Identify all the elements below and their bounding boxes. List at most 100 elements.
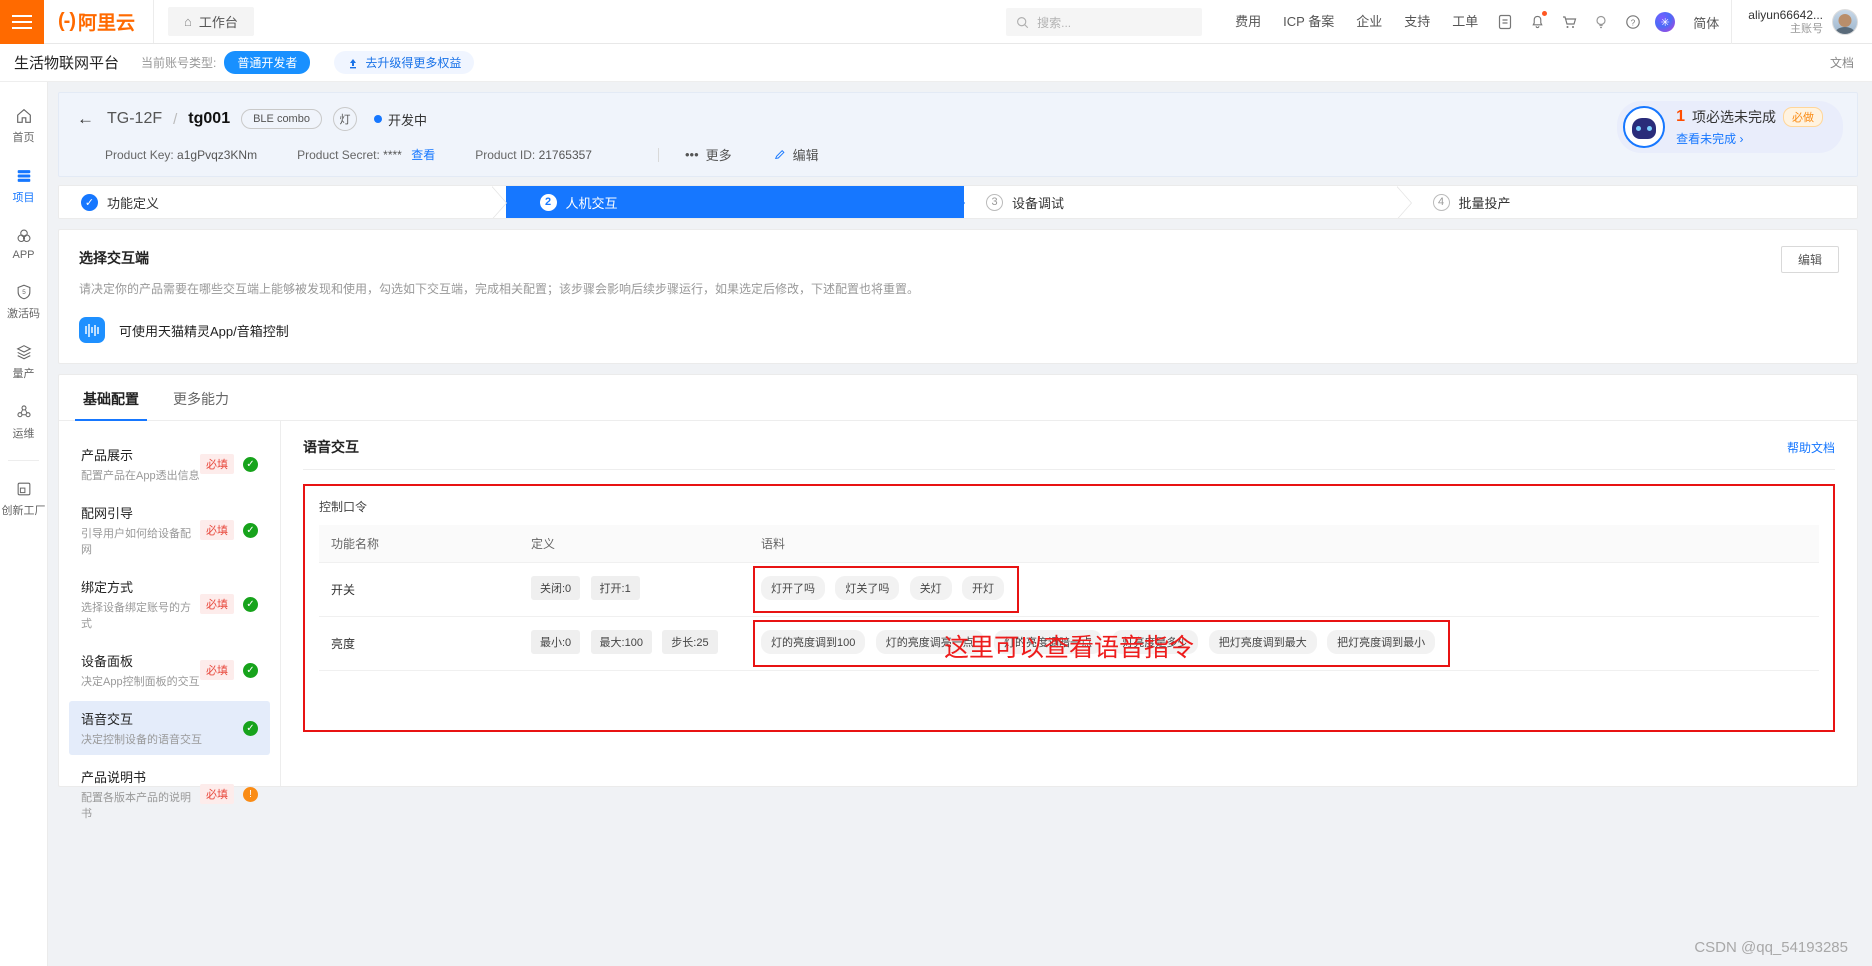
config-item-sub: 引导用户如何给设备配网 (81, 528, 191, 557)
product-secret-label: Product Secret: (297, 148, 380, 162)
config-item-product-display[interactable]: 产品展示 配置产品在App透出信息 必填 ✓ (69, 437, 270, 491)
pencil-icon (774, 149, 785, 159)
sidebar-item-ops[interactable]: 运维 (0, 392, 47, 452)
cell-corpus: 灯的亮度调到100 灯的亮度调亮一点 灯的亮度调暗一点 灯亮度是多少 把灯亮度调… (749, 616, 1819, 672)
sidebar-item-home[interactable]: 首页 (0, 96, 47, 156)
corpus-chip: 灯关了吗 (835, 576, 900, 601)
config-item-sub: 选择设备绑定账号的方式 (81, 602, 191, 631)
step-function-definition[interactable]: ✓ 功能定义 (59, 186, 506, 218)
workbench-label: 工作台 (198, 15, 238, 30)
config-item-binding-method[interactable]: 绑定方式 选择设备绑定账号的方式 必填 ✓ (69, 569, 270, 639)
app-icon (17, 229, 30, 243)
search-input[interactable]: 搜索... (1006, 8, 1203, 36)
sidebar-label-activation-code: 激活码 (7, 308, 40, 320)
view-secret-link[interactable]: 查看 (411, 148, 435, 162)
nav-icp[interactable]: ICP 备案 (1272, 0, 1345, 44)
account-type-label: 当前账号类型: (141, 56, 217, 70)
hamburger-menu-icon[interactable] (0, 0, 44, 44)
sidebar-item-innovation-factory[interactable]: 创新工厂 (0, 469, 47, 529)
config-item-network-guide[interactable]: 配网引导 引导用户如何给设备配网 必填 ✓ (69, 495, 270, 565)
step-2-label: 人机交互 (565, 195, 618, 211)
required-tag: 必填 (200, 594, 234, 615)
sidebar-item-project[interactable]: 项目 (0, 156, 47, 216)
config-item-product-manual[interactable]: 产品说明书 配置各版本产品的说明书 必填 ! (69, 759, 270, 829)
upload-arrow-icon (350, 58, 357, 68)
language-switcher[interactable]: 简体 (1681, 13, 1731, 32)
status-ok-icon: ✓ (243, 596, 258, 612)
step-device-debug[interactable]: 3 设备调试 (964, 186, 1411, 218)
channel-item-tmall-genie[interactable]: 可使用天猫精灵App/音箱控制 (79, 317, 1837, 344)
tab-basic-config[interactable]: 基础配置 (75, 375, 147, 422)
tab-more-capability[interactable]: 更多能力 (171, 375, 231, 420)
product-key-meta: Product Key: a1gPvqz3KNm (105, 148, 257, 162)
aliyun-logo[interactable]: (-) 阿里云 (44, 0, 154, 43)
more-label: 更多 (705, 148, 732, 163)
sidebar-label-home: 首页 (12, 132, 35, 144)
help-circle-icon[interactable]: ? (1617, 0, 1649, 44)
incomplete-alert-card[interactable]: 1 项必选未完成 必做 查看未完成 › (1617, 101, 1843, 153)
config-item-list: 产品展示 配置产品在App透出信息 必填 ✓ 配网引导 引导用户如何给设备配网 … (59, 421, 281, 820)
nav-fee[interactable]: 费用 (1224, 0, 1272, 44)
config-item-voice-interaction[interactable]: 语音交互 决定控制设备的语音交互 ✓ (69, 701, 270, 756)
platform-bar: 生活物联网平台 当前账号类型: 普通开发者 去升级得更多权益 文档 (0, 44, 1872, 82)
alert-count: 1 (1676, 108, 1685, 125)
sidebar-item-mass-production[interactable]: 量产 (0, 332, 47, 392)
progress-steps: ✓ 功能定义 2 人机交互 3 设备调试 4 批量投产 (58, 185, 1858, 219)
ai-assistant-icon[interactable]: ✳ (1649, 0, 1681, 44)
tag-connection-type: BLE combo (241, 109, 322, 129)
back-arrow-icon[interactable]: ← (77, 109, 94, 129)
view-incomplete-link[interactable]: 查看未完成 › (1676, 130, 1823, 147)
nav-enterprise[interactable]: 企业 (1345, 0, 1393, 44)
nav-support[interactable]: 支持 (1393, 0, 1441, 44)
app-grid-icon[interactable] (1489, 0, 1521, 44)
aliyun-logo-text: 阿里云 (77, 13, 135, 34)
th-corpus: 语料 (749, 525, 1819, 564)
config-item-name: 产品展示 (81, 448, 134, 464)
config-item-sub: 配置产品在App透出信息 (81, 470, 200, 483)
account-role: 主账号 (1790, 22, 1823, 35)
bell-icon[interactable] (1521, 0, 1553, 44)
tag-category: 灯 (332, 107, 357, 131)
breadcrumb-parent[interactable]: TG-12F (107, 110, 162, 128)
cart-icon[interactable] (1553, 0, 1585, 44)
corpus-chip: 灯的亮度调到100 (761, 630, 866, 655)
doc-link[interactable]: 文档 (1830, 54, 1854, 71)
config-tabs: 基础配置 更多能力 (59, 375, 1857, 422)
account-menu[interactable]: aliyun66642... 主账号 (1731, 0, 1872, 44)
workbench-button[interactable]: ⌂ 工作台 (168, 7, 254, 36)
bulb-icon[interactable] (1585, 0, 1617, 44)
product-header: ← TG-12F / tg001 BLE combo 灯 开发中 Product… (58, 92, 1858, 177)
left-nav-rail: 首页 项目 APP 5 激活码 量产 运维 创新工厂 (0, 82, 48, 966)
required-tag: 必填 (200, 660, 234, 681)
sidebar-item-app[interactable]: APP (0, 216, 47, 272)
channel-edit-button[interactable]: 编辑 (1780, 246, 1839, 273)
corpus-chip: 关灯 (909, 576, 952, 601)
nav-ticket[interactable]: 工单 (1441, 0, 1489, 44)
help-doc-link[interactable]: 帮助文档 (1787, 439, 1835, 456)
annotation-text: 这里可以查看语音指令 (943, 634, 1195, 663)
config-item-name: 绑定方式 (81, 580, 134, 596)
edit-button[interactable]: 编辑 (774, 145, 819, 164)
detail-title: 语音交互 (303, 439, 359, 456)
step-4-label: 批量投产 (1458, 195, 1511, 211)
alert-text: 项必选未完成 (1692, 109, 1776, 125)
innovation-factory-icon (17, 482, 30, 496)
channel-card-title: 选择交互端 (79, 250, 149, 266)
page-title: tg001 (188, 110, 231, 127)
sidebar-label-mass-production: 量产 (12, 368, 35, 380)
control-command-label: 控制口令 (319, 500, 368, 515)
upgrade-button[interactable]: 去升级得更多权益 (334, 51, 475, 74)
config-item-device-panel[interactable]: 设备面板 决定App控制面板的交互 必填 ✓ (69, 643, 270, 697)
sidebar-item-activation-code[interactable]: 5 激活码 (0, 272, 47, 332)
home-icon: ⌂ (184, 14, 192, 29)
step-human-interaction[interactable]: 2 人机交互 (505, 186, 965, 218)
config-item-name: 语音交互 (81, 712, 134, 728)
ellipsis-icon: ••• (684, 147, 699, 162)
status-ok-icon: ✓ (243, 522, 258, 538)
notification-dot (1542, 11, 1548, 16)
alert-required-badge: 必做 (1783, 107, 1823, 127)
step-mass-production[interactable]: 4 批量投产 (1410, 186, 1857, 218)
definition-chip: 步长:25 (662, 630, 718, 655)
more-button[interactable]: ••• 更多 (685, 145, 732, 164)
config-item-sub: 配置各版本产品的说明书 (81, 792, 191, 821)
